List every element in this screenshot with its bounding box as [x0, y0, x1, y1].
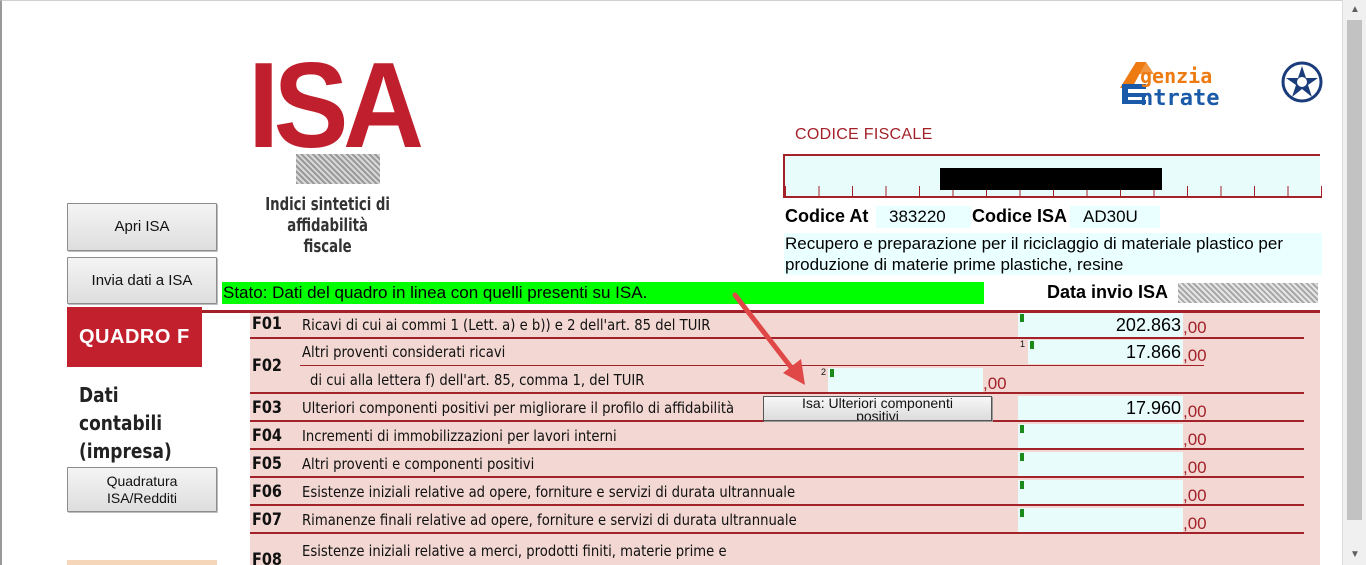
amount-field-f01[interactable]: 202.863 — [1018, 313, 1183, 337]
row-desc-f07: Rimanenze finali relative ad opere, forn… — [302, 511, 797, 529]
quadro-f-label: QUADRO F — [67, 307, 202, 367]
row-desc-f06: Esistenze iniziali relative ad opere, fo… — [302, 483, 796, 501]
decimals-f05: ,00 — [1183, 458, 1207, 477]
row-divider — [250, 504, 1304, 506]
quadro-title-line1: Dati — [79, 383, 119, 407]
amount-value-f01: 202.863 — [1115, 315, 1181, 335]
amount-field-f02-sub[interactable] — [828, 368, 983, 392]
decimals-f04: ,00 — [1183, 430, 1207, 449]
row-code-f08: F08 — [252, 550, 282, 565]
reddito-section-tab[interactable] — [67, 560, 217, 565]
isa-ulteriori-componenti-button[interactable]: Isa: Ulteriori componenti positivi — [763, 396, 992, 421]
descrizione-attivita: Recupero e preparazione per il riciclagg… — [784, 233, 1322, 275]
quadro-title-line2: contabili — [79, 411, 163, 435]
field-marker — [830, 369, 834, 377]
decimals-f02: ,00 — [1183, 346, 1207, 365]
codice-fiscale-label: CODICE FISCALE — [795, 126, 933, 143]
isa-logo-year-redacted — [296, 154, 380, 184]
data-invio-value-redacted — [1178, 283, 1318, 303]
isa-subtitle-line1: Indici sintetici di — [265, 194, 390, 215]
row-code-f04: F04 — [252, 426, 282, 446]
row-divider — [250, 448, 1304, 450]
isa-button-line2: positivi — [856, 408, 899, 421]
decimals-f07: ,00 — [1183, 514, 1207, 533]
amount-value-f02: 17.866 — [1125, 342, 1181, 362]
isa-logo: ISA — [248, 37, 424, 173]
codice-isa-value: AD30U — [1070, 206, 1160, 228]
decimals-f06: ,00 — [1183, 486, 1207, 505]
row-code-f01: F01 — [252, 314, 282, 334]
codice-isa-label: Codice ISA — [972, 206, 1068, 226]
codice-attivita-label: Codice At — [785, 206, 869, 226]
codice-fiscale-baseline — [785, 196, 1322, 198]
isa-subtitle-line2: affidabilità fiscale — [287, 215, 368, 257]
agenzia-text: genzia — [1140, 64, 1213, 88]
amount-field-f02[interactable]: 17.866 — [1028, 340, 1183, 364]
row-desc-f05: Altri proventi e componenti positivi — [302, 455, 535, 473]
amount-field-f07[interactable] — [1018, 508, 1183, 532]
row-divider — [250, 532, 1304, 534]
row-desc-f02-sub: di cui alla lettera f) dell'art. 85, com… — [310, 371, 645, 389]
agenzia-entrate-logo: genzia ntrate — [1114, 58, 1324, 114]
amount-field-f05[interactable] — [1018, 452, 1183, 476]
amount-value-f03: 17.960 — [1125, 398, 1181, 418]
vertical-scrollbar[interactable]: ▲ ▼ — [1342, 0, 1366, 565]
row-desc-f02: Altri proventi considerati ricavi — [302, 343, 506, 361]
row-desc-f04: Incrementi di immobilizzazioni per lavor… — [302, 427, 617, 445]
field-marker — [1020, 453, 1024, 461]
row-code-f05: F05 — [252, 454, 282, 474]
quadratura-isa-redditi-button[interactable]: Quadratura ISA/Redditi — [67, 467, 217, 512]
field-marker — [1020, 425, 1024, 433]
row-code-f07: F07 — [252, 510, 282, 530]
invia-dati-isa-button[interactable]: Invia dati a ISA — [67, 257, 217, 304]
row-divider — [250, 476, 1304, 478]
row-desc-f01: Ricavi di cui ai commi 1 (Lett. a) e b))… — [302, 316, 711, 334]
scroll-up-icon[interactable]: ▲ — [1343, 2, 1366, 18]
status-bar: Stato: Dati del quadro in linea con quel… — [222, 282, 984, 304]
row-desc-f03: Ulteriori componenti positivi per miglio… — [302, 399, 735, 417]
row-code-f03: F03 — [252, 398, 282, 418]
quadro-title-line3: (impresa) — [79, 439, 172, 463]
field-marker — [1020, 481, 1024, 489]
data-invio-label: Data invio ISA — [1047, 282, 1169, 302]
amount-field-f04[interactable] — [1018, 424, 1183, 448]
superscript-f02-2: 2 — [821, 367, 827, 377]
row-code-f06: F06 — [252, 482, 282, 502]
scroll-down-icon[interactable]: ▼ — [1343, 547, 1366, 563]
field-marker — [1030, 341, 1034, 349]
quadro-title: Dati contabili (impresa) — [79, 381, 172, 465]
field-marker — [1020, 509, 1024, 517]
italian-republic-emblem-icon — [1281, 61, 1323, 103]
isa-logo-subtitle: Indici sintetici di affidabilità fiscale — [262, 194, 393, 257]
decimals-f03: ,00 — [1183, 402, 1207, 421]
amount-field-f03[interactable]: 17.960 — [1018, 396, 1183, 420]
codice-attivita-value: 383220 — [876, 206, 971, 228]
amount-field-f06[interactable] — [1018, 480, 1183, 504]
decimals-f01: ,00 — [1183, 318, 1207, 337]
quadratura-line2: ISA/Redditi — [106, 490, 178, 506]
decimals-f02-sub: ,00 — [983, 374, 1007, 393]
row-code-f02: F02 — [252, 356, 282, 376]
entrate-text: ntrate — [1140, 86, 1220, 111]
annotation-arrow-icon — [732, 292, 805, 385]
superscript-f02-1: 1 — [1020, 339, 1026, 349]
row-desc-f08: Esistenze iniziali relative a merci, pro… — [302, 542, 727, 560]
apri-isa-button[interactable]: Apri ISA — [67, 203, 217, 251]
scrollbar-thumb[interactable] — [1347, 20, 1362, 520]
codice-fiscale-redacted — [940, 168, 1162, 190]
field-marker — [1020, 314, 1024, 322]
quadratura-line1: Quadratura — [106, 473, 178, 489]
